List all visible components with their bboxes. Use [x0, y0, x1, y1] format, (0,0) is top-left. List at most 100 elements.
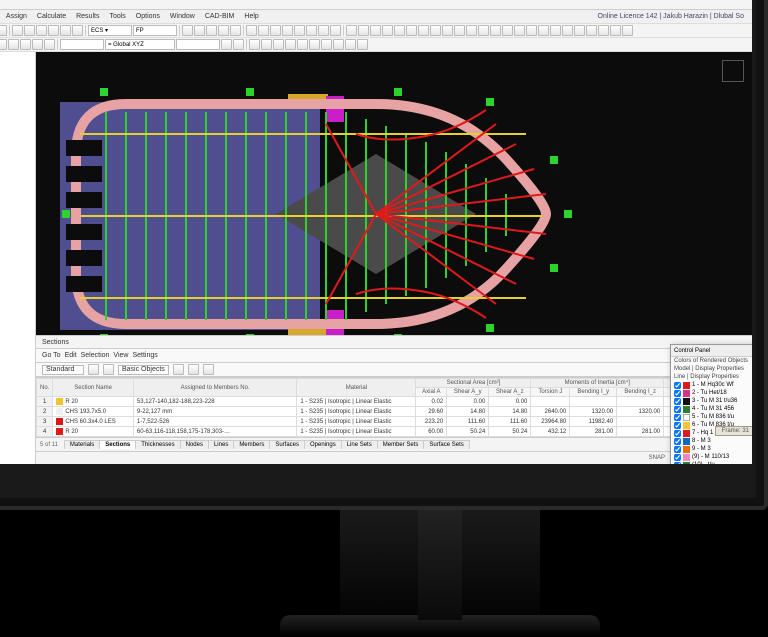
tool-button[interactable]	[321, 39, 332, 50]
sidebar-item[interactable]: Nodal Deformations	[0, 180, 31, 189]
sidebar-item[interactable]: m Borders	[0, 285, 31, 294]
panel-row[interactable]: 3 - Tu M 31 t/u36	[671, 397, 752, 405]
tool-button[interactable]	[282, 25, 293, 36]
sidebar-item[interactable]: Descriptions	[0, 216, 31, 225]
sidebar-item[interactable]: s Loads	[0, 162, 31, 171]
panel-row[interactable]: 2 - Tu Het/18	[671, 389, 752, 397]
sidebar-item[interactable]: xx	[0, 108, 31, 117]
panel-checkbox[interactable]	[674, 430, 681, 437]
toolbar-combo[interactable]: ECS ▾	[88, 25, 132, 36]
tool-button[interactable]	[306, 25, 317, 36]
tool-button[interactable]	[285, 39, 296, 50]
tab-surfaces[interactable]: Surfaces	[269, 440, 305, 449]
toolbar-combo[interactable]	[176, 39, 220, 50]
sidebar-item[interactable]: Loads	[0, 72, 31, 81]
sidebar-item[interactable]: s	[0, 234, 31, 243]
tool-button[interactable]	[0, 39, 7, 50]
sections-table[interactable]: No. Section Name Assigned to Members No.…	[36, 378, 752, 437]
tool-button[interactable]	[382, 25, 393, 36]
menu-help[interactable]: Help	[244, 13, 258, 20]
panel-row[interactable]: 5 - Tu M 836 t/u	[671, 413, 752, 421]
panel-row[interactable]: 8 - M 3	[671, 437, 752, 445]
tool-button[interactable]	[188, 364, 199, 375]
tool-button[interactable]	[318, 25, 329, 36]
tool-button[interactable]	[297, 39, 308, 50]
tab-sections[interactable]: Sections	[99, 440, 136, 449]
tool-button[interactable]	[370, 25, 381, 36]
tool-button[interactable]	[490, 25, 501, 36]
tool-button[interactable]	[478, 25, 489, 36]
menu-assign[interactable]: Assign	[6, 13, 27, 20]
tool-button[interactable]	[330, 25, 341, 36]
sidebar-item[interactable]: Imperfections	[0, 90, 31, 99]
sidebar-item[interactable]: oints	[0, 225, 31, 234]
sidebar-item[interactable]: al Loads	[0, 144, 31, 153]
panel-checkbox[interactable]	[674, 406, 681, 413]
tool-button[interactable]	[258, 25, 269, 36]
sidebar-item[interactable]: …	[0, 243, 31, 252]
panel-checkbox[interactable]	[674, 438, 681, 445]
tool-button[interactable]	[442, 25, 453, 36]
table-row[interactable]: 3CHS 60.3x4.0 LES1-7,522-5261 - S235 | I…	[37, 417, 752, 427]
sidebar-item[interactable]: Borders	[0, 276, 31, 285]
tool-button[interactable]	[103, 364, 114, 375]
tool-button[interactable]	[32, 39, 43, 50]
sidebar-item[interactable]: Load	[0, 117, 31, 126]
sidebar-item[interactable]: Load	[0, 81, 31, 90]
sidebar-item[interactable]: Cross-Fly Views	[0, 303, 31, 312]
tool-button[interactable]	[233, 39, 244, 50]
tool-button[interactable]	[12, 25, 23, 36]
tool-button[interactable]	[562, 25, 573, 36]
toolbar-combo[interactable]	[60, 39, 104, 50]
tool-button[interactable]	[333, 39, 344, 50]
tool-button[interactable]	[394, 25, 405, 36]
toolbar-combo-coord[interactable]: = Global XYZ	[105, 39, 175, 50]
panel-checkbox[interactable]	[674, 446, 681, 453]
tool-button[interactable]	[526, 25, 537, 36]
sidebar-item[interactable]: posed Deformations	[0, 189, 31, 198]
tab-members[interactable]: Members	[233, 440, 270, 449]
sidebar-item[interactable]: …	[0, 312, 31, 321]
panel-row[interactable]: (9) - M 110/13	[671, 453, 752, 461]
tool-button[interactable]	[430, 25, 441, 36]
tool-button[interactable]	[48, 25, 59, 36]
tool-button[interactable]	[88, 364, 99, 375]
status-snap[interactable]: SNAP	[649, 455, 665, 461]
tool-button[interactable]	[72, 25, 83, 36]
table-row[interactable]: 1R 2053,127-140,182-188,223-2281 - S235 …	[37, 397, 752, 407]
menu-calculate[interactable]: Calculate	[37, 13, 66, 20]
menu-results[interactable]: Results	[76, 13, 99, 20]
tool-button[interactable]	[502, 25, 513, 36]
panel-checkbox[interactable]	[674, 390, 681, 397]
sidebar-item[interactable]: Load	[0, 126, 31, 135]
tool-button[interactable]	[36, 25, 47, 36]
sidebar-item[interactable]: Ribbon	[0, 54, 31, 63]
tool-button[interactable]	[246, 25, 257, 36]
panel-checkbox[interactable]	[674, 414, 681, 421]
combo-standard[interactable]: Standard	[42, 365, 84, 375]
panel-checkbox[interactable]	[674, 454, 681, 461]
toolbar-combo[interactable]: FP	[133, 25, 177, 36]
panel-checkbox[interactable]	[674, 398, 681, 405]
tool-button[interactable]	[309, 39, 320, 50]
tool-button[interactable]	[24, 25, 35, 36]
tool-button[interactable]	[357, 39, 368, 50]
tab-line-sets[interactable]: Line Sets	[341, 440, 378, 449]
menu-cadbim[interactable]: CAD-BIM	[205, 13, 235, 20]
tool-button[interactable]	[418, 25, 429, 36]
sidebar-item[interactable]: Load …	[0, 198, 31, 207]
sidebar-item[interactable]: Numbering	[0, 207, 31, 216]
menu-options[interactable]: Options	[136, 13, 160, 20]
sidebar-item[interactable]: Imported Loads	[0, 135, 31, 144]
tool-button[interactable]	[173, 364, 184, 375]
link-view[interactable]: View	[113, 352, 128, 359]
navigator-sidebar[interactable]: RibbonLinesLoadsLoadImperfectionsImperfe…	[0, 52, 36, 464]
tab-surface-sets[interactable]: Surface Sets	[423, 440, 469, 449]
tool-button[interactable]	[466, 25, 477, 36]
tab-openings[interactable]: Openings	[304, 440, 342, 449]
tool-button[interactable]	[574, 25, 585, 36]
panel-row[interactable]: 1 - M Hq30c Wf	[671, 381, 752, 389]
control-panel[interactable]: Control Panel × Colors of Rendered Objec…	[670, 344, 752, 464]
tool-button[interactable]	[294, 25, 305, 36]
tool-button[interactable]	[346, 25, 357, 36]
